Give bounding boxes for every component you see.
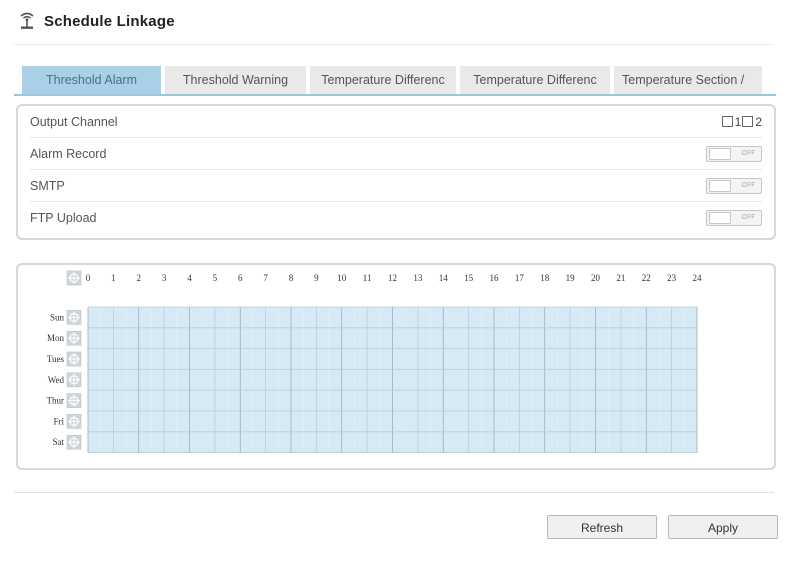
hour-label: 9: [314, 273, 319, 283]
tab-threshold-warning[interactable]: Threshold Warning: [165, 66, 306, 94]
day-label: Wed: [48, 375, 65, 385]
output-channel-checkboxes: 1 2: [721, 114, 762, 129]
day-crosshair-icon[interactable]: [66, 372, 82, 388]
tab-underline: [14, 94, 776, 96]
day-label: Tues: [47, 354, 65, 364]
ftp-upload-label: FTP Upload: [30, 211, 97, 225]
channel-2-label: 2: [755, 114, 762, 129]
smtp-toggle[interactable]: OFF: [706, 177, 762, 194]
tab-bar: Threshold Alarm Threshold Warning Temper…: [22, 66, 770, 94]
output-channel-label: Output Channel: [30, 114, 118, 129]
page-title: Schedule Linkage: [44, 12, 175, 30]
tab-threshold-alarm[interactable]: Threshold Alarm: [22, 66, 161, 94]
footer-divider: [14, 492, 774, 493]
hour-label: 16: [490, 273, 500, 283]
day-label: Mon: [47, 333, 65, 343]
schedule-grid[interactable]: 0 1 2 3 4 5 6 7 8 9 10 11 12 13 14 15 16 17 18 19 20 21 22 23 24…: [18, 265, 774, 468]
channel-1-label: 1: [734, 114, 742, 129]
day-crosshair-icon[interactable]: [66, 393, 82, 408]
hour-label: 12: [388, 273, 397, 283]
hour-label: 0: [86, 273, 91, 283]
hour-label: 18: [540, 273, 550, 283]
hour-label: 24: [693, 273, 703, 283]
hour-label: 2: [137, 273, 142, 283]
smtp-row: SMTP OFF: [30, 170, 762, 202]
hour-label: 20: [591, 273, 601, 283]
hour-label: 10: [337, 273, 347, 283]
toggle-state: OFF: [741, 148, 755, 157]
hour-label: 22: [642, 273, 651, 283]
apply-button[interactable]: Apply: [668, 515, 778, 539]
tab-temperature-difference-1[interactable]: Temperature Differenc: [310, 66, 456, 94]
broadcast-antenna-icon: [20, 12, 34, 29]
day-label: Sun: [50, 312, 65, 322]
ftp-upload-row: FTP Upload OFF: [30, 202, 762, 234]
hour-label: 19: [566, 273, 576, 283]
alarm-record-row: Alarm Record OFF: [30, 138, 762, 170]
hour-label: 13: [413, 273, 423, 283]
day-crosshair-icon[interactable]: [66, 414, 82, 429]
hour-label: 17: [515, 273, 525, 283]
day-label: Thur: [47, 396, 65, 406]
day-label: Fri: [53, 416, 64, 426]
ftp-upload-toggle[interactable]: OFF: [706, 210, 762, 226]
toggle-state: OFF: [741, 180, 755, 189]
hour-label: 11: [363, 273, 372, 283]
hour-label: 3: [162, 273, 167, 283]
select-all-crosshair-icon[interactable]: [66, 270, 82, 286]
toggle-knob: [709, 179, 731, 192]
tab-temperature-section[interactable]: Temperature Section /: [614, 66, 762, 94]
smtp-label: SMTP: [30, 178, 65, 193]
hour-label: 1: [111, 273, 116, 283]
weekly-schedule-panel: 0 1 2 3 4 5 6 7 8 9 10 11 12 13 14 15 16 17 18 19 20 21 22 23 24…: [16, 263, 776, 470]
tab-temperature-difference-2[interactable]: Temperature Differenc: [460, 66, 610, 94]
day-crosshair-icon[interactable]: [66, 351, 82, 367]
linkage-settings-panel: Output Channel 1 2 Alarm Record OFF SMTP…: [16, 104, 776, 240]
toggle-state: OFF: [741, 213, 755, 221]
day-crosshair-icon[interactable]: [66, 310, 82, 325]
hour-label: 6: [238, 273, 243, 283]
toggle-knob: [709, 212, 731, 224]
output-channel-row: Output Channel 1 2: [30, 106, 762, 138]
day-crosshair-icon[interactable]: [66, 434, 82, 450]
hour-label: 23: [667, 273, 677, 283]
hour-label: 21: [616, 273, 625, 283]
refresh-button[interactable]: Refresh: [547, 515, 657, 539]
hour-label: 8: [289, 273, 294, 283]
hour-label: 7: [263, 273, 268, 283]
day-crosshair-icon[interactable]: [66, 330, 82, 346]
hour-label: 15: [464, 273, 474, 283]
hour-label: 14: [439, 273, 449, 283]
hour-label: 4: [187, 273, 192, 283]
header-divider: [14, 44, 774, 45]
channel-1-checkbox[interactable]: [721, 116, 733, 127]
alarm-record-label: Alarm Record: [30, 146, 107, 161]
hour-label: 5: [213, 273, 218, 283]
alarm-record-toggle[interactable]: OFF: [706, 145, 762, 162]
channel-2-checkbox[interactable]: [742, 116, 754, 127]
day-label: Sat: [52, 437, 64, 447]
page-header: Schedule Linkage: [18, 6, 175, 36]
toggle-knob: [709, 147, 731, 160]
